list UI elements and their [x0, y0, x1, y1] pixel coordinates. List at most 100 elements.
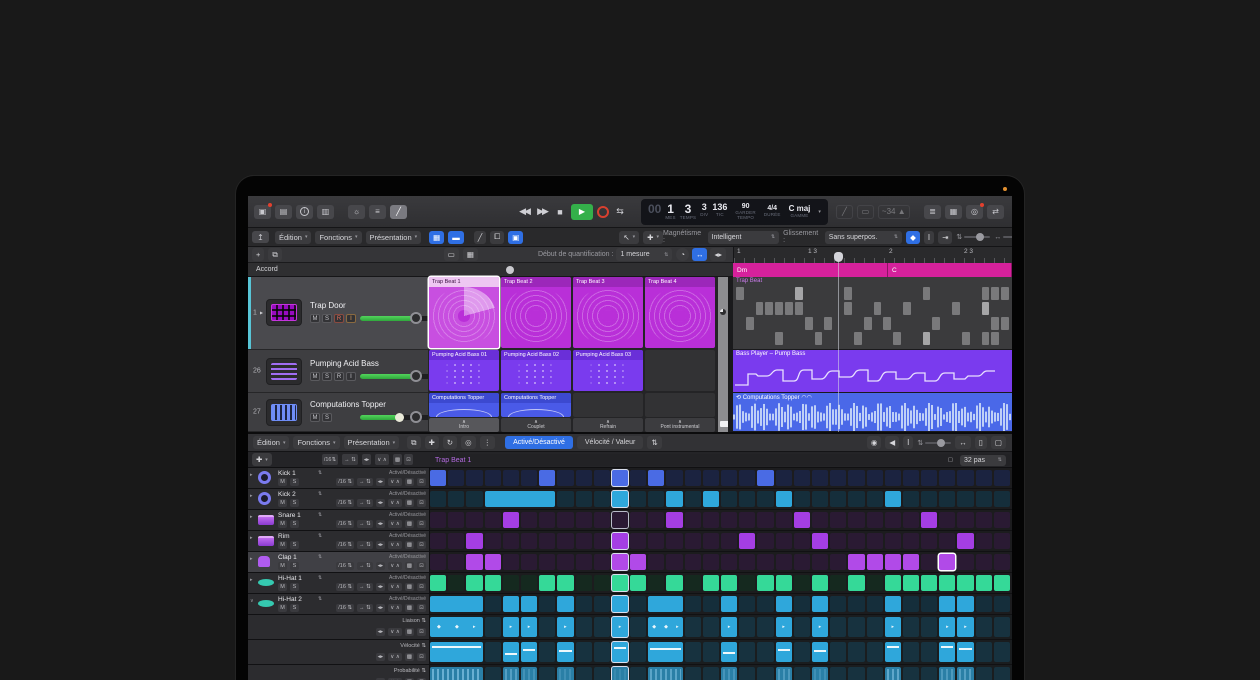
step-cell[interactable]	[976, 512, 992, 528]
step-note[interactable]	[776, 491, 792, 507]
step-cell[interactable]	[448, 491, 464, 507]
lane-block[interactable]: ▸	[612, 617, 628, 637]
step-cell[interactable]	[685, 617, 701, 637]
step-note[interactable]	[957, 596, 973, 612]
step-note[interactable]	[776, 575, 792, 591]
step-note[interactable]	[612, 491, 628, 507]
input-monitor-button[interactable]: I	[346, 314, 356, 323]
step-note[interactable]	[703, 491, 719, 507]
step-cell[interactable]	[648, 491, 664, 507]
rate-stepper[interactable]: /16 ⇅	[336, 541, 354, 549]
step-cell[interactable]	[630, 642, 646, 662]
step-note[interactable]	[885, 491, 901, 507]
step-cell[interactable]	[739, 642, 755, 662]
step-cell[interactable]	[630, 512, 646, 528]
step-cell[interactable]	[685, 596, 701, 612]
lane-block[interactable]: ▸	[939, 617, 955, 637]
step-cell[interactable]	[648, 533, 664, 549]
step-cell[interactable]	[448, 512, 464, 528]
solo-button[interactable]: S	[290, 541, 299, 549]
step-cell[interactable]	[794, 491, 810, 507]
step-cell[interactable]	[848, 491, 864, 507]
quick-help-icon[interactable]: i	[296, 205, 313, 219]
solo-button[interactable]: S	[290, 583, 299, 591]
step-cell[interactable]	[921, 667, 937, 680]
edit-button[interactable]: ⊡	[417, 583, 426, 591]
expand-icon[interactable]: ▸	[250, 493, 253, 499]
grid-button[interactable]: ▩	[405, 604, 414, 612]
seq-zoom-slider[interactable]: ⇅	[917, 439, 951, 447]
step-cell[interactable]	[830, 470, 846, 486]
step-cell[interactable]	[757, 554, 773, 570]
step-cell[interactable]	[576, 512, 592, 528]
solo-button[interactable]: S	[322, 413, 332, 422]
step-cell[interactable]	[976, 554, 992, 570]
mute-button[interactable]: M	[278, 562, 287, 570]
step-note[interactable]	[612, 533, 628, 549]
seq-menu-presentation[interactable]: Présentation▾	[344, 436, 400, 449]
step-cell[interactable]	[848, 642, 864, 662]
step-cell[interactable]	[630, 617, 646, 637]
lcd-display[interactable]: 00 1MES 3TEMPS 3DIV 136TIC 90GARDERTEMPO…	[641, 199, 828, 225]
step-cell[interactable]	[976, 642, 992, 662]
step-cell[interactable]	[539, 596, 555, 612]
step-note[interactable]	[485, 575, 501, 591]
step-cell[interactable]	[576, 642, 592, 662]
step-cell[interactable]	[885, 533, 901, 549]
step-cell[interactable]	[830, 667, 846, 680]
loop-cell-bass-02[interactable]: Pumping Acid Bass 02	[501, 350, 571, 391]
step-cell[interactable]	[630, 491, 646, 507]
step-note[interactable]	[885, 554, 901, 570]
step-cell[interactable]	[557, 533, 573, 549]
step-cell[interactable]	[685, 470, 701, 486]
step-cell[interactable]	[739, 512, 755, 528]
lane-block[interactable]	[939, 642, 955, 662]
step-cell[interactable]	[703, 554, 719, 570]
expand-icon[interactable]: ▸	[250, 472, 253, 478]
loop-cell-topper-2[interactable]: Computations Topper	[501, 393, 571, 417]
step-cell[interactable]	[776, 470, 792, 486]
expand-icon[interactable]: ▸	[250, 514, 253, 520]
step-cell[interactable]	[957, 512, 973, 528]
step-cell[interactable]	[685, 533, 701, 549]
pan-knob[interactable]	[410, 312, 422, 324]
step-cell[interactable]	[521, 470, 537, 486]
step-note[interactable]	[539, 470, 555, 486]
row-header[interactable]: ▸Clap 1⇅Activé/DésactivéMS/16 ⇅→ ⇅◂▸∨ ∧▩…	[248, 552, 430, 572]
lane-block[interactable]	[885, 642, 901, 662]
step-cell[interactable]	[430, 512, 446, 528]
grid-button[interactable]: ▩	[405, 562, 414, 570]
mute-button[interactable]: M	[278, 478, 287, 486]
step-cell[interactable]	[430, 491, 446, 507]
mute-button[interactable]: M	[310, 372, 320, 381]
step-cell[interactable]	[648, 512, 664, 528]
transpose-buttons[interactable]: ∨ ∧	[388, 541, 402, 549]
step-cell[interactable]	[976, 596, 992, 612]
step-cell[interactable]	[594, 596, 610, 612]
step-cell[interactable]	[739, 470, 755, 486]
notifications-icon[interactable]: ◎	[966, 205, 983, 219]
row-header[interactable]: ▸Kick 1⇅Activé/DésactivéMS/16 ⇅→ ⇅◂▸∨ ∧▩…	[248, 468, 430, 488]
step-cell[interactable]	[521, 512, 537, 528]
region-trap-beat[interactable]: Trap Beat	[733, 277, 1012, 350]
empty-loop-cell[interactable]	[645, 393, 715, 417]
step-cell[interactable]	[994, 617, 1010, 637]
solo-button[interactable]: S	[290, 520, 299, 528]
step-cell[interactable]	[539, 554, 555, 570]
step-cell[interactable]	[594, 512, 610, 528]
step-cell[interactable]	[576, 617, 592, 637]
lane-header[interactable]: Probabilité ⇅◂▸∨ ∧▩⊡	[248, 665, 430, 680]
step-cell[interactable]	[630, 667, 646, 680]
step-cell[interactable]	[685, 491, 701, 507]
step-cell[interactable]	[903, 491, 919, 507]
step-note[interactable]	[994, 575, 1010, 591]
step-note[interactable]	[630, 575, 646, 591]
lcd-key-caret[interactable]: ▾	[818, 209, 821, 215]
step-cell[interactable]	[812, 554, 828, 570]
step-cell[interactable]	[594, 470, 610, 486]
step-cell[interactable]	[957, 554, 973, 570]
steps-dropdown[interactable]: 32 pas⇅	[960, 455, 1006, 466]
step-cell[interactable]	[521, 554, 537, 570]
step-note[interactable]	[539, 575, 555, 591]
solo-button[interactable]: S	[322, 372, 332, 381]
